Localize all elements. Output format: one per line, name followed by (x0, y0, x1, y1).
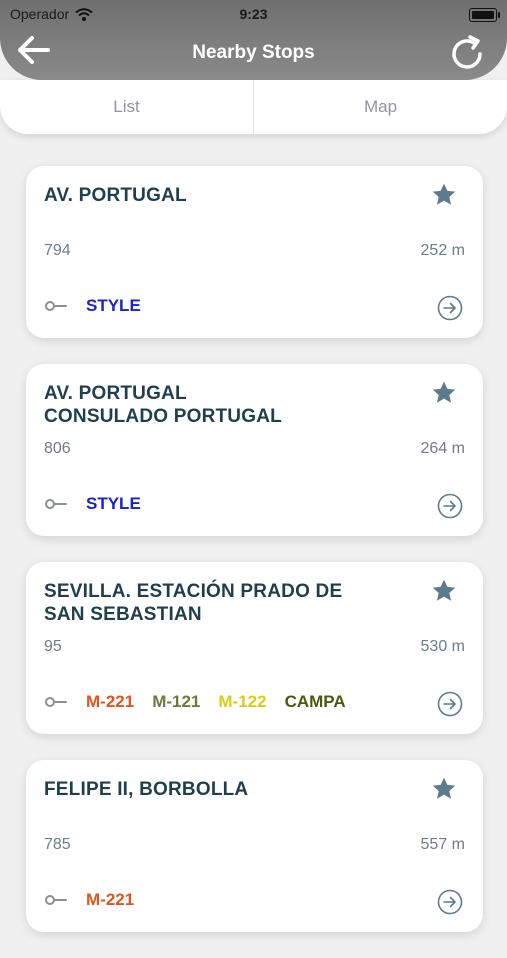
stop-card[interactable]: SEVILLA. ESTACIÓN PRADO DE SAN SEBASTIAN … (26, 562, 483, 734)
tab-list[interactable]: List (0, 80, 253, 134)
star-icon[interactable] (431, 380, 457, 406)
line-badge[interactable]: M-221 (86, 692, 134, 712)
stop-card[interactable]: FELIPE II, BORBOLLA 785 557 m M-221 (26, 760, 483, 932)
line-badge[interactable]: CAMPA (285, 692, 346, 712)
line-badge[interactable]: M-221 (86, 890, 134, 910)
bus-line-icon (45, 697, 67, 707)
arrow-circle-icon[interactable] (437, 691, 463, 717)
stop-name: FELIPE II, BORBOLLA (44, 779, 249, 800)
line-badge[interactable]: M-121 (152, 692, 200, 712)
status-time: 9:23 (239, 6, 268, 22)
stop-distance: 252 m (420, 242, 465, 259)
battery-icon (469, 8, 500, 22)
bus-line-icon (45, 499, 67, 509)
tab-map[interactable]: Map (253, 80, 507, 134)
line-badge[interactable]: M-122 (218, 692, 266, 712)
star-icon[interactable] (431, 578, 457, 604)
stop-name: AV. PORTUGAL CONSULADO PORTUGAL (44, 383, 282, 427)
stop-lines: M-221 (44, 890, 134, 910)
stop-name: AV. PORTUGAL (44, 185, 187, 206)
page-title: Nearby Stops (192, 42, 315, 63)
arrow-circle-icon[interactable] (437, 295, 463, 321)
stop-distance: 264 m (420, 440, 465, 457)
stop-distance: 557 m (420, 836, 465, 853)
stop-card[interactable]: AV. PORTUGAL CONSULADO PORTUGAL 806 264 m… (26, 364, 483, 536)
app-header: Operador 9:23 Nearby Stops (0, 0, 507, 80)
view-tabs: List Map (0, 80, 507, 134)
stop-lines: STYLE (44, 296, 141, 316)
line-badge[interactable]: STYLE (86, 494, 141, 514)
status-bar: Operador 9:23 (0, 0, 507, 28)
stop-lines: M-221 M-121 M-122 CAMPA (44, 692, 346, 712)
stops-list: AV. PORTUGAL 794 252 m STYLE AV. PORTUGA… (26, 166, 483, 958)
stop-id: 95 (44, 638, 62, 655)
stop-id: 794 (44, 242, 71, 259)
line-badge[interactable]: STYLE (86, 296, 141, 316)
star-icon[interactable] (431, 182, 457, 208)
star-icon[interactable] (431, 776, 457, 802)
arrow-circle-icon[interactable] (437, 493, 463, 519)
bus-line-icon (45, 301, 67, 311)
refresh-icon[interactable] (447, 34, 487, 74)
stop-lines: STYLE (44, 494, 141, 514)
stop-id: 785 (44, 836, 71, 853)
stop-name: SEVILLA. ESTACIÓN PRADO DE SAN SEBASTIAN (44, 581, 343, 625)
bus-line-icon (45, 895, 67, 905)
stop-distance: 530 m (420, 638, 465, 655)
stop-card[interactable]: AV. PORTUGAL 794 252 m STYLE (26, 166, 483, 338)
arrow-circle-icon[interactable] (437, 889, 463, 915)
stop-id: 806 (44, 440, 71, 457)
